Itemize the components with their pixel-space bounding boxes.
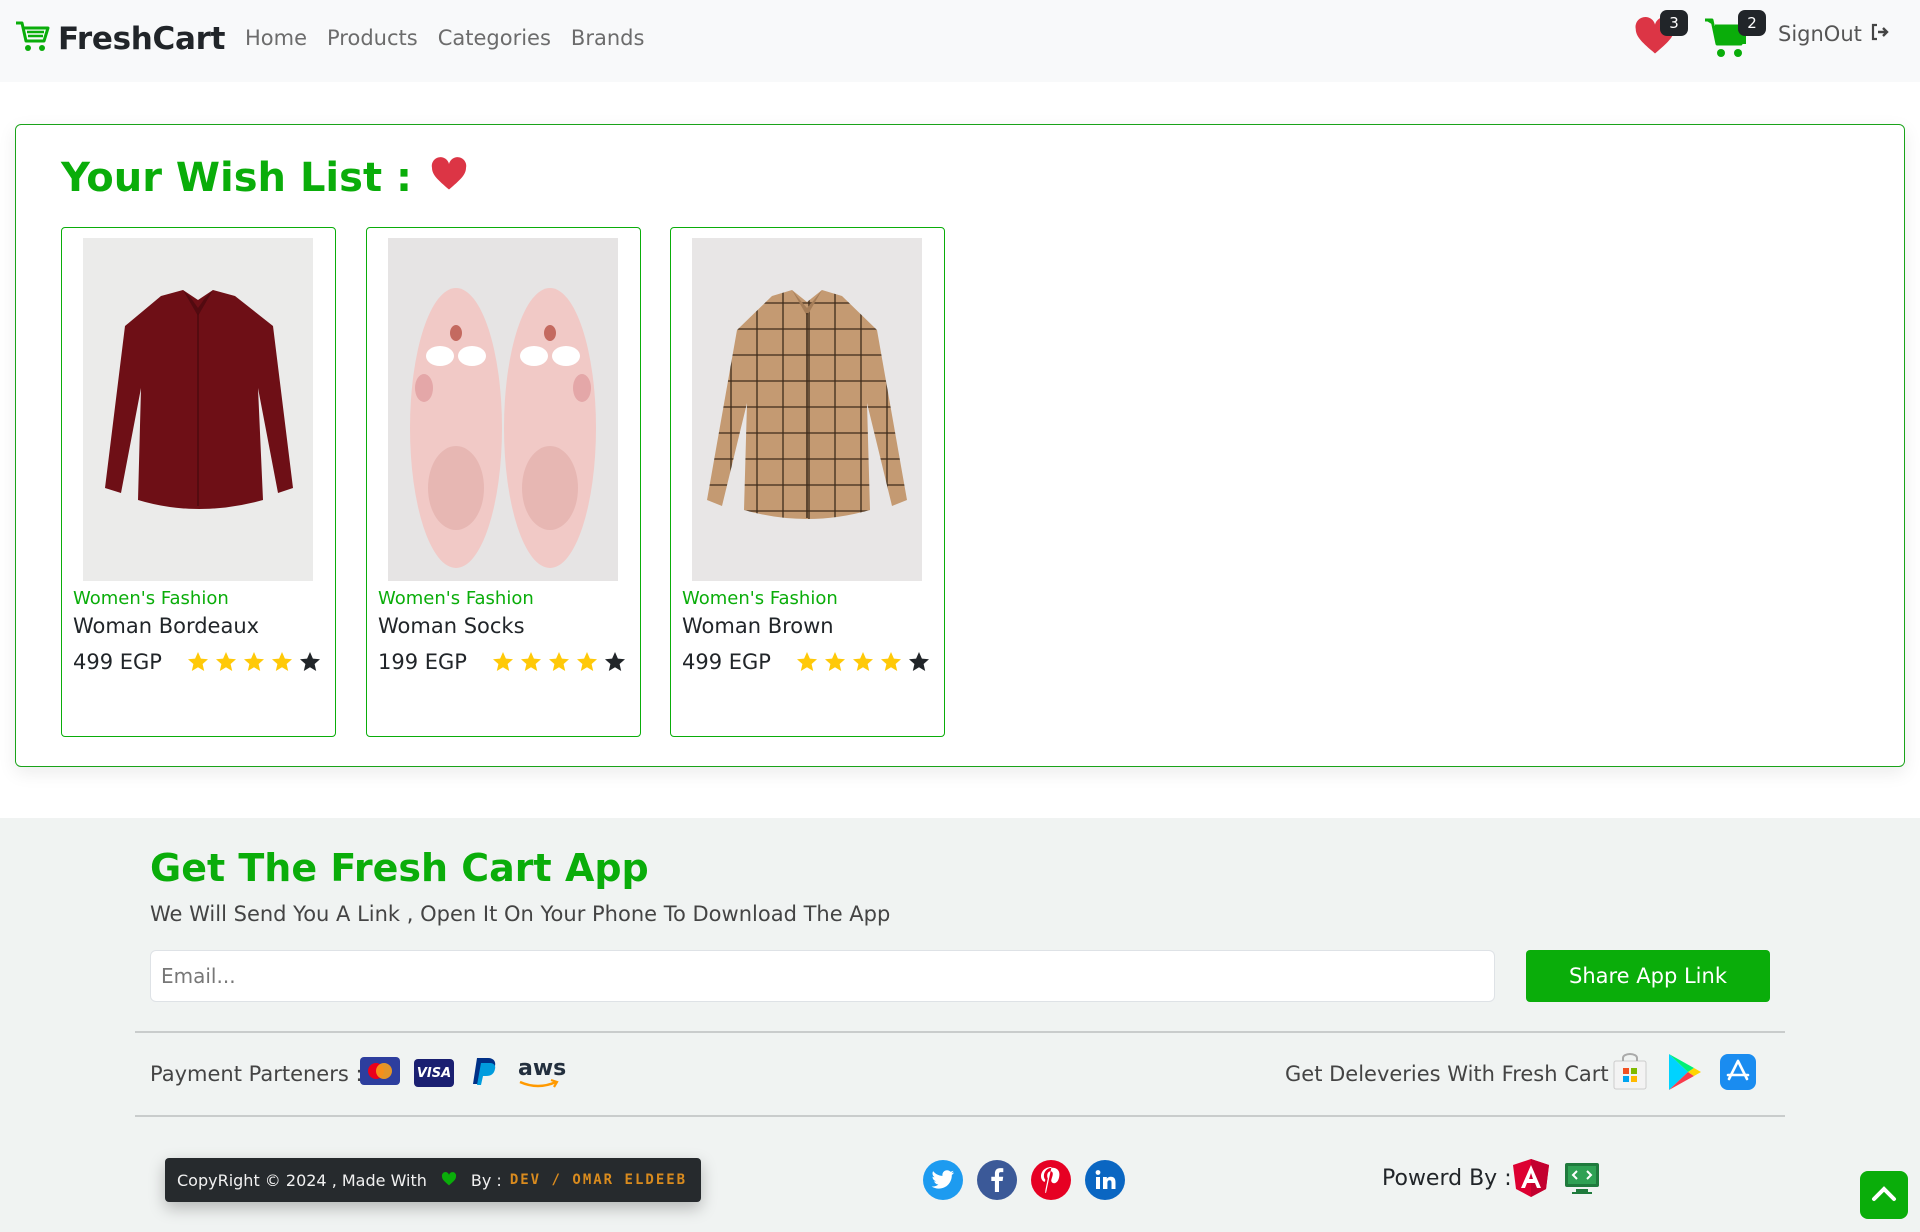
copyright-by: By : bbox=[470, 1170, 502, 1190]
star-icon bbox=[519, 650, 543, 678]
star-icon bbox=[851, 650, 875, 678]
product-image[interactable] bbox=[388, 238, 618, 581]
footer: Get The Fresh Cart App We Will Send You … bbox=[0, 818, 1920, 1232]
google-play-icon[interactable] bbox=[1666, 1052, 1702, 1096]
signout-label: SignOut bbox=[1778, 22, 1862, 46]
star-icon bbox=[603, 650, 627, 678]
product-price: 499 EGP bbox=[682, 650, 771, 674]
app-promo-subtitle: We Will Send You A Link , Open It On You… bbox=[150, 902, 891, 926]
payment-partners: VISA aws bbox=[360, 1054, 566, 1092]
microsoft-store-icon[interactable] bbox=[1612, 1053, 1648, 1095]
product-title[interactable]: Woman Socks bbox=[378, 614, 525, 638]
heart-icon bbox=[1634, 16, 1676, 60]
navbar: FreshCart Home Products Categories Brand… bbox=[0, 0, 1920, 82]
product-image[interactable] bbox=[83, 238, 313, 581]
product-title[interactable]: Woman Brown bbox=[682, 614, 834, 638]
heart-icon bbox=[430, 155, 468, 201]
app-store-links bbox=[1612, 1052, 1756, 1096]
cart-nav-button[interactable]: 2 bbox=[1704, 10, 1766, 64]
star-icon bbox=[795, 650, 819, 678]
star-icon bbox=[242, 650, 266, 678]
product-title[interactable]: Woman Bordeaux bbox=[73, 614, 259, 638]
aws-icon: aws bbox=[516, 1056, 566, 1090]
linkedin-icon[interactable] bbox=[1085, 1160, 1125, 1200]
star-icon bbox=[186, 650, 210, 678]
star-icon bbox=[491, 650, 515, 678]
star-icon bbox=[907, 650, 931, 678]
star-icon bbox=[823, 650, 847, 678]
product-category: Women's Fashion bbox=[682, 588, 838, 609]
powered-by-logos bbox=[1512, 1158, 1600, 1202]
wishlist-count-badge: 3 bbox=[1660, 10, 1688, 36]
footer-divider bbox=[135, 1115, 1785, 1117]
copyright-bar: CopyRight © 2024 , Made With By : DEV / … bbox=[165, 1158, 701, 1202]
star-icon bbox=[298, 650, 322, 678]
app-promo-title: Get The Fresh Cart App bbox=[150, 846, 649, 890]
payment-partners-label: Payment Parteners : bbox=[150, 1062, 363, 1086]
copyright-text: CopyRight © 2024 , Made With bbox=[177, 1170, 427, 1190]
twitter-icon[interactable] bbox=[923, 1160, 963, 1200]
wishlist-title-text: Your Wish List : bbox=[61, 155, 412, 201]
star-icon bbox=[547, 650, 571, 678]
wishlist-panel: Your Wish List : Women's Fashion Woman B… bbox=[15, 124, 1905, 767]
footer-divider bbox=[135, 1031, 1785, 1033]
angular-icon bbox=[1512, 1158, 1550, 1202]
email-input[interactable] bbox=[150, 950, 1495, 1002]
product-category: Women's Fashion bbox=[73, 588, 229, 609]
wishlist-nav-button[interactable]: 3 bbox=[1634, 10, 1688, 60]
product-image[interactable] bbox=[692, 238, 922, 581]
rating-stars bbox=[186, 650, 322, 678]
product-price: 199 EGP bbox=[378, 650, 467, 674]
nav-link-brands[interactable]: Brands bbox=[571, 26, 645, 50]
nav-link-home[interactable]: Home bbox=[245, 26, 307, 50]
nav-links: Home Products Categories Brands bbox=[245, 26, 644, 50]
nav-link-products[interactable]: Products bbox=[327, 26, 418, 50]
brand-logo[interactable]: FreshCart bbox=[14, 20, 225, 58]
facebook-icon[interactable] bbox=[977, 1160, 1017, 1200]
product-category: Women's Fashion bbox=[378, 588, 534, 609]
product-card[interactable]: Women's Fashion Woman Socks 199 EGP bbox=[366, 227, 641, 737]
product-card[interactable]: Women's Fashion Woman Brown 499 EGP bbox=[670, 227, 945, 737]
heart-icon bbox=[441, 1171, 457, 1190]
paypal-icon bbox=[468, 1054, 502, 1092]
share-app-link-button[interactable]: Share App Link bbox=[1526, 950, 1770, 1002]
signout-button[interactable]: SignOut bbox=[1778, 22, 1890, 46]
mastercard-icon bbox=[360, 1057, 400, 1089]
star-icon bbox=[879, 650, 903, 678]
brand-name: FreshCart bbox=[58, 21, 226, 57]
cart-icon bbox=[1704, 18, 1750, 64]
chevron-up-icon bbox=[1871, 1184, 1897, 1206]
product-card[interactable]: Women's Fashion Woman Bordeaux 499 EGP bbox=[61, 227, 336, 737]
deliveries-label: Get Deleveries With Fresh Cart : bbox=[1285, 1062, 1623, 1086]
product-price: 499 EGP bbox=[73, 650, 162, 674]
pinterest-icon[interactable] bbox=[1031, 1160, 1071, 1200]
star-icon bbox=[575, 650, 599, 678]
cart-count-badge: 2 bbox=[1738, 10, 1766, 36]
social-links bbox=[923, 1160, 1125, 1200]
wishlist-title: Your Wish List : bbox=[61, 155, 468, 201]
visa-icon: VISA bbox=[414, 1059, 454, 1087]
app-store-icon[interactable] bbox=[1720, 1054, 1756, 1094]
powered-by-label: Powerd By : bbox=[1382, 1166, 1512, 1191]
scroll-to-top-button[interactable] bbox=[1860, 1171, 1908, 1219]
star-icon bbox=[270, 650, 294, 678]
star-icon bbox=[214, 650, 238, 678]
signout-icon bbox=[1870, 22, 1890, 46]
nav-link-categories[interactable]: Categories bbox=[438, 26, 551, 50]
code-editor-icon bbox=[1564, 1160, 1600, 1200]
rating-stars bbox=[795, 650, 931, 678]
cart-logo-icon bbox=[14, 20, 50, 58]
rating-stars bbox=[491, 650, 627, 678]
developer-name: DEV / OMAR ELDEEB bbox=[509, 1172, 688, 1188]
